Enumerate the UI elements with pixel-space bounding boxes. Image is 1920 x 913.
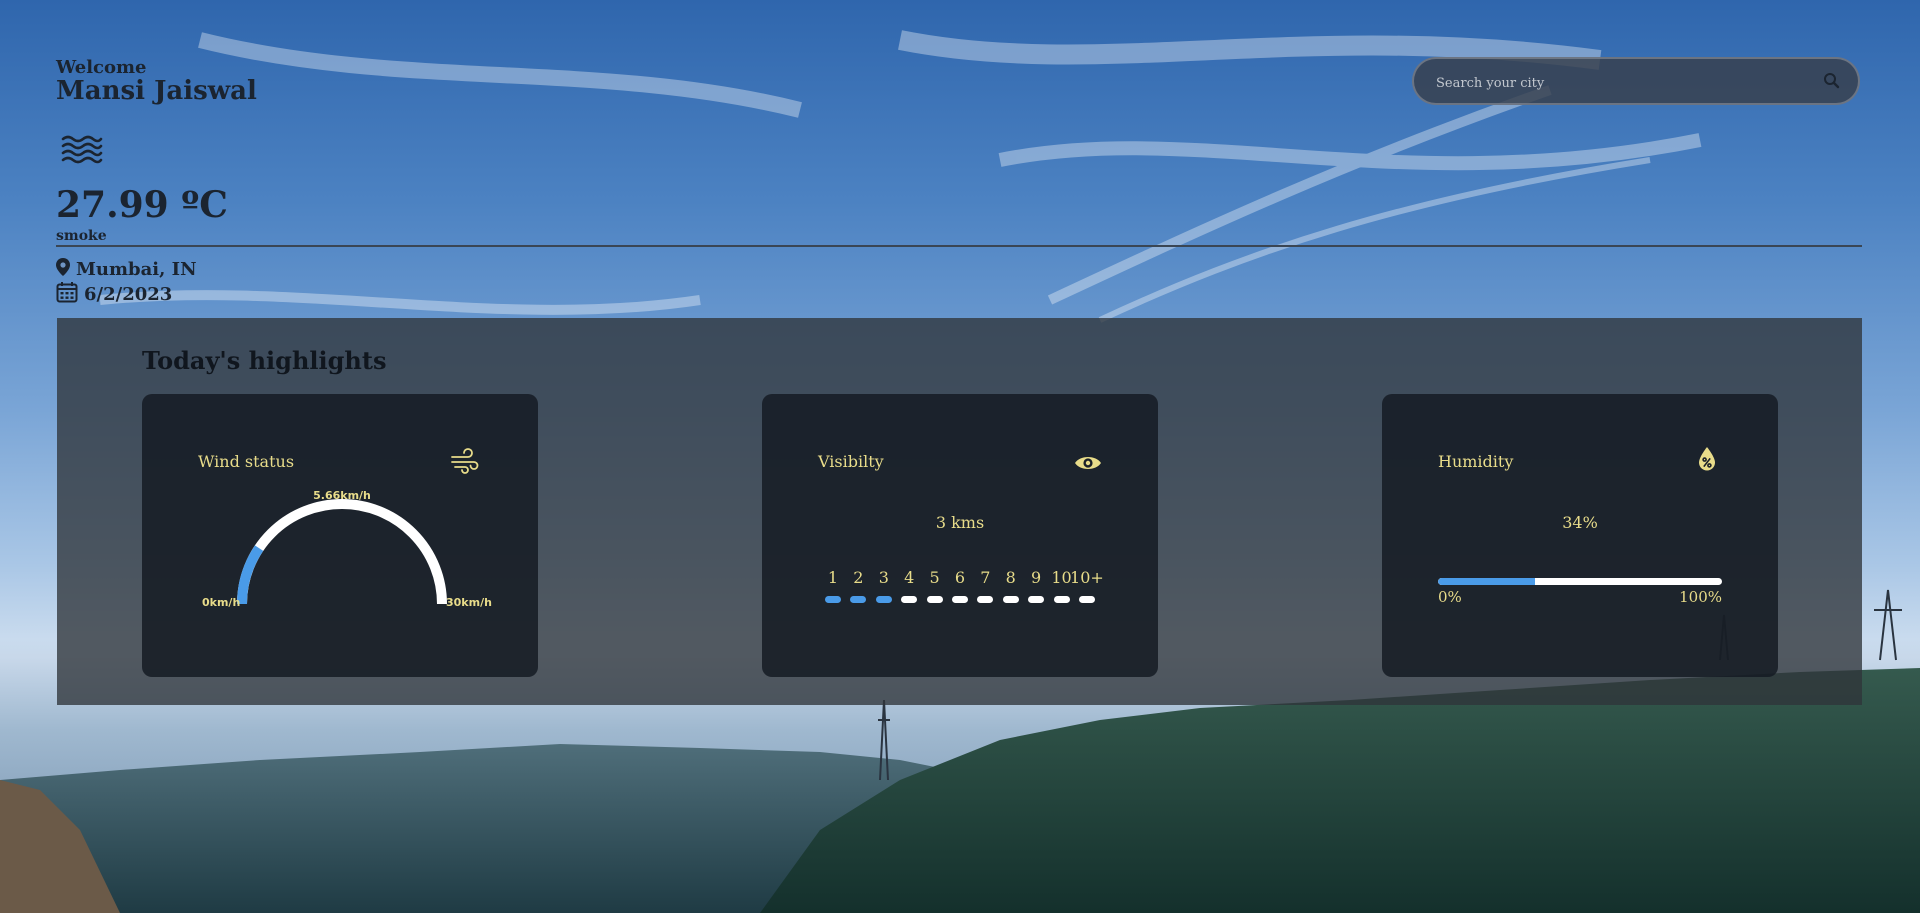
visibility-step-label: 2 <box>853 568 864 587</box>
weather-condition: smoke <box>56 228 107 244</box>
visibility-step-marker <box>926 596 943 603</box>
visibility-step-marker <box>1053 596 1070 603</box>
city-search-input[interactable] <box>1434 69 1818 97</box>
visibility-step-marker <box>1002 596 1019 603</box>
humidity-min-label: 0% <box>1438 588 1462 606</box>
wind-current-value: 5.66km/h <box>313 490 371 502</box>
visibility-step-marker <box>850 596 867 603</box>
visibility-step-marker <box>977 596 994 603</box>
wind-status-card: Wind status 5.66km/h 0km/h 30km/h <box>142 394 538 677</box>
eye-icon <box>1074 454 1102 476</box>
humidity-card: Humidity 34% 0% 100% <box>1382 394 1778 677</box>
wind-gauge: 5.66km/h 0km/h 30km/h <box>202 490 492 609</box>
visibility-step-label: 6 <box>954 568 966 587</box>
visibility-step: 2 <box>847 568 869 603</box>
location-text: Mumbai, IN <box>76 259 197 280</box>
visibility-step: 10+ <box>1070 568 1104 603</box>
humidity-max-label: 100% <box>1679 588 1722 606</box>
visibility-step: 6 <box>949 568 971 603</box>
wind-min-label: 0km/h <box>202 596 240 609</box>
visibility-step: 4 <box>898 568 920 603</box>
wind-status-label: Wind status <box>198 452 295 471</box>
visibility-step: 8 <box>1000 568 1022 603</box>
visibility-value: 3 kms <box>935 513 985 532</box>
visibility-step: 5 <box>924 568 946 603</box>
date: 6/2/2023 <box>56 281 172 308</box>
visibility-step: 3 <box>873 568 895 603</box>
wind-icon <box>450 448 480 478</box>
visibility-step-label: 8 <box>1005 568 1016 587</box>
humidity-label: Humidity <box>1438 452 1514 471</box>
temperature: 27.99 ºC <box>56 184 228 226</box>
user-name: Mansi Jaiswal <box>56 76 257 106</box>
visibility-scale: 1 2 3 4 5 6 7 8 9 10 10+ <box>822 568 1104 603</box>
humidity-value: 34% <box>1562 513 1598 532</box>
humidity-bar <box>1438 578 1722 585</box>
calendar-icon <box>56 281 78 308</box>
visibility-step-label: 10+ <box>1070 568 1104 587</box>
visibility-step-marker <box>1078 596 1095 603</box>
visibility-step-label: 4 <box>904 568 915 587</box>
visibility-step-marker <box>825 596 841 603</box>
welcome-text: Welcome <box>56 57 147 78</box>
date-text: 6/2/2023 <box>84 284 173 305</box>
highlights-panel: Today's highlights Wind status 5.66km/h … <box>57 318 1862 705</box>
map-pin-icon <box>56 258 70 281</box>
header-divider <box>56 245 1862 247</box>
visibility-step-marker <box>1028 596 1045 603</box>
search-icon[interactable] <box>1822 71 1842 91</box>
visibility-card: Visibilty 3 kms 1 2 3 4 5 6 7 8 9 10 10+ <box>762 394 1158 677</box>
visibility-step-label: 3 <box>878 568 889 587</box>
city-search <box>1412 57 1860 105</box>
visibility-step-label: 10 <box>1051 568 1072 587</box>
visibility-step: 7 <box>974 568 996 603</box>
wind-max-label: 30km/h <box>446 596 492 609</box>
humidity-bar-fill <box>1438 578 1535 585</box>
visibility-step-label: 5 <box>929 568 940 587</box>
highlights-title: Today's highlights <box>142 346 387 375</box>
haze-waves-icon <box>60 134 104 164</box>
visibility-step: 1 <box>822 568 844 603</box>
humidity-drop-icon <box>1696 446 1718 476</box>
visibility-step-marker <box>875 596 892 603</box>
visibility-label: Visibilty <box>818 452 884 471</box>
visibility-step-marker <box>901 596 918 603</box>
visibility-step: 9 <box>1025 568 1047 603</box>
visibility-step-label: 1 <box>827 568 839 587</box>
location: Mumbai, IN <box>56 258 197 281</box>
visibility-step-label: 9 <box>1031 568 1042 587</box>
visibility-step-marker <box>951 596 968 603</box>
visibility-step-label: 7 <box>980 568 991 587</box>
